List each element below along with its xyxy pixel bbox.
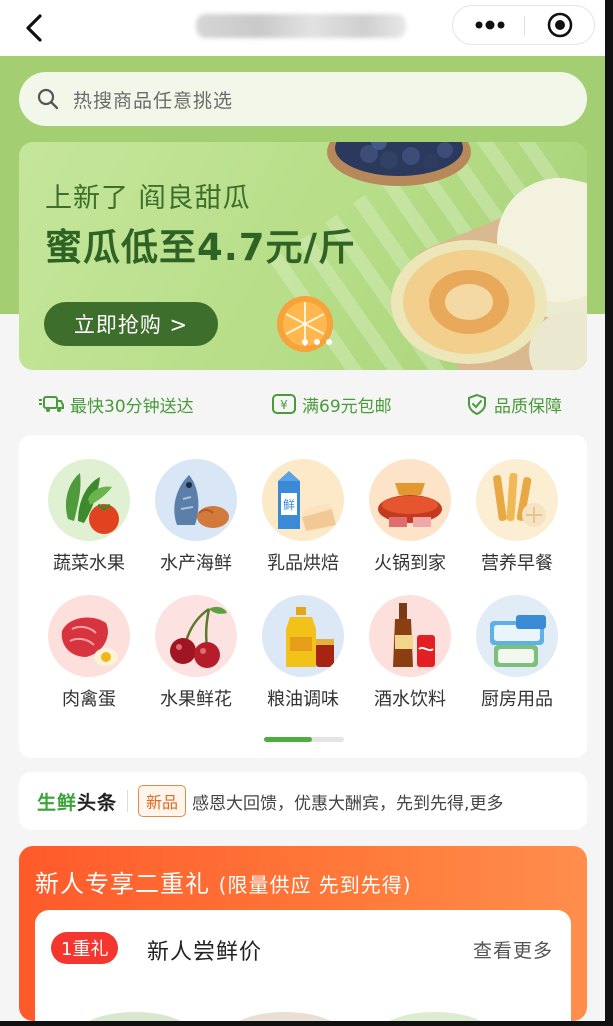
headlines-text[interactable]: 感恩大回馈，优惠大酬宾，先到先得,更多 bbox=[192, 789, 552, 814]
category-item[interactable]: 营养早餐 bbox=[467, 459, 567, 584]
headlines-title: 生鲜头条 bbox=[37, 788, 117, 815]
breakfast-icon bbox=[476, 459, 558, 541]
mini-program-capsule bbox=[452, 5, 595, 45]
svg-text:鲜: 鲜 bbox=[283, 498, 295, 512]
gift-badge: 1重礼 bbox=[51, 932, 119, 964]
kitchen-paper-icon bbox=[476, 595, 558, 677]
top-nav-bar bbox=[0, 0, 605, 56]
category-label: 酒水饮料 bbox=[374, 689, 446, 710]
banner-subtitle: 上新了 阎良甜瓜 bbox=[45, 183, 251, 214]
svg-text:¥: ¥ bbox=[280, 398, 288, 412]
meat-egg-icon bbox=[48, 595, 130, 677]
buy-now-button[interactable]: 立即抢购 > bbox=[44, 302, 218, 346]
see-more-link[interactable]: 查看更多 bbox=[473, 936, 553, 963]
category-label: 水产海鲜 bbox=[160, 553, 232, 574]
gift-title: 新人尝鲜价 bbox=[147, 940, 263, 965]
category-item[interactable]: 水果鲜花 bbox=[146, 595, 246, 720]
category-item[interactable]: 蔬菜水果 bbox=[39, 459, 139, 584]
new-user-promo: 新人专享二重礼 (限量供应 先到先得) 1重礼 新人尝鲜价 查看更多 bbox=[19, 846, 587, 1021]
headlines-title-green: 生鲜 bbox=[37, 791, 78, 814]
category-item[interactable]: 水产海鲜 bbox=[146, 459, 246, 584]
promo-title: 新人专享二重礼 (限量供应 先到先得) bbox=[35, 864, 412, 899]
search-placeholder: 热搜商品任意挑选 bbox=[73, 89, 234, 112]
service-quality: 品质保障 bbox=[466, 384, 562, 424]
category-label: 营养早餐 bbox=[481, 553, 553, 574]
cherry-flower-icon bbox=[155, 595, 237, 677]
chevron-left-icon[interactable] bbox=[18, 10, 54, 46]
product-thumb[interactable] bbox=[225, 1012, 345, 1021]
promo-gift-card: 1重礼 新人尝鲜价 查看更多 bbox=[35, 910, 571, 1021]
shield-check-icon bbox=[468, 393, 486, 415]
hotpot-icon bbox=[369, 459, 451, 541]
promo-title-note: (限量供应 先到先得) bbox=[218, 873, 412, 897]
category-item[interactable]: 酒水饮料 bbox=[360, 595, 460, 720]
product-thumb[interactable] bbox=[375, 1012, 495, 1021]
fresh-headlines-bar[interactable]: 生鲜头条 新品 感恩大回馈，优惠大酬宾，先到先得,更多 bbox=[19, 772, 587, 830]
banner-headline: 蜜瓜低至4.7元/斤 bbox=[45, 226, 357, 269]
category-pager bbox=[264, 737, 344, 742]
drinks-icon bbox=[369, 595, 451, 677]
category-label: 火锅到家 bbox=[374, 553, 446, 574]
target-close-icon[interactable] bbox=[533, 6, 587, 44]
dairy-bakery-icon: 鲜 bbox=[262, 459, 344, 541]
category-label: 乳品烘焙 bbox=[267, 553, 339, 574]
category-item[interactable]: 鲜 乳品烘焙 bbox=[253, 459, 353, 584]
oil-seasoning-icon bbox=[262, 595, 344, 677]
category-label: 蔬菜水果 bbox=[53, 553, 125, 574]
page-title-blurred bbox=[196, 14, 406, 38]
headlines-divider bbox=[127, 790, 129, 812]
product-thumb[interactable] bbox=[75, 1012, 195, 1021]
window-edge bbox=[605, 0, 613, 1026]
promo-title-main: 新人专享二重礼 bbox=[35, 870, 210, 898]
category-item[interactable]: 厨房用品 bbox=[467, 595, 567, 720]
category-item[interactable]: 火锅到家 bbox=[360, 459, 460, 584]
new-product-tag: 新品 bbox=[138, 785, 187, 817]
category-label: 水果鲜花 bbox=[160, 689, 232, 710]
search-icon bbox=[37, 88, 59, 110]
service-label: 满69元包邮 bbox=[302, 396, 392, 417]
category-label: 厨房用品 bbox=[481, 689, 553, 710]
service-fast-delivery: 最快30分钟送达 bbox=[38, 384, 194, 424]
headlines-title-black: 头条 bbox=[77, 791, 118, 814]
promo-banner[interactable]: 上新了 阎良甜瓜 蜜瓜低至4.7元/斤 立即抢购 > bbox=[19, 142, 587, 370]
category-label: 肉禽蛋 bbox=[62, 689, 116, 710]
service-label: 品质保障 bbox=[494, 396, 562, 417]
pager-active-segment bbox=[264, 737, 312, 742]
vegetables-fruit-icon bbox=[48, 459, 130, 541]
category-item[interactable]: 粮油调味 bbox=[253, 595, 353, 720]
more-dots-icon[interactable] bbox=[463, 6, 517, 44]
category-label: 粮油调味 bbox=[267, 689, 339, 710]
delivery-truck-icon bbox=[39, 396, 64, 412]
service-free-shipping: ¥ 满69元包邮 bbox=[272, 384, 392, 424]
yen-coupon-icon: ¥ bbox=[272, 394, 296, 414]
service-label: 最快30分钟送达 bbox=[70, 396, 194, 417]
category-grid: 蔬菜水果 水产海鲜 鲜 乳品烘焙 火锅到家 营养早餐 肉禽蛋 水果鲜花 粮油调味… bbox=[19, 435, 587, 758]
window-edge-bottom bbox=[0, 1021, 613, 1026]
category-item[interactable]: 肉禽蛋 bbox=[39, 595, 139, 720]
search-bar[interactable]: 热搜商品任意挑选 bbox=[19, 72, 587, 126]
capsule-divider bbox=[524, 16, 525, 36]
seafood-icon bbox=[155, 459, 237, 541]
service-guarantees: 最快30分钟送达 ¥ 满69元包邮 品质保障 bbox=[0, 384, 605, 424]
